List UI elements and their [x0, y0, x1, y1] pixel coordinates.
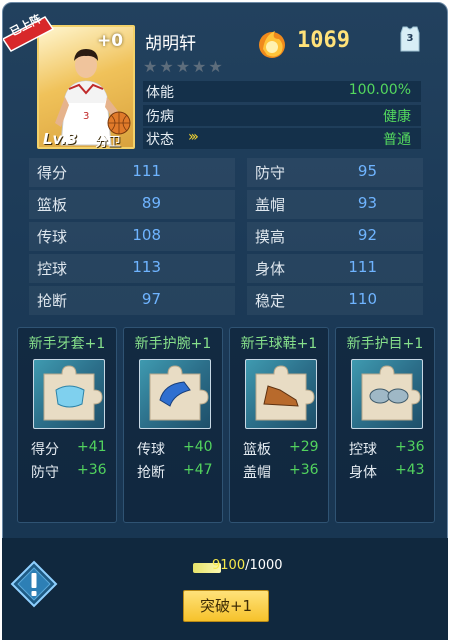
stat-value: 113 — [132, 258, 161, 276]
bonus-value: +43 — [395, 462, 425, 478]
stat-value: 111 — [348, 258, 377, 276]
star-icon: ★ — [192, 57, 209, 76]
goggles-icon[interactable] — [351, 359, 423, 429]
stat-value: 111 — [132, 162, 161, 180]
stat-value: 110 — [348, 290, 377, 308]
stat-label: 篮板 — [37, 196, 68, 214]
bonus-value: +36 — [289, 462, 319, 478]
bonus-label: 身体 — [349, 465, 377, 481]
bonus-value: +36 — [395, 439, 425, 455]
breakthrough-footer — [2, 538, 448, 640]
info-value-condition: 普通 — [383, 132, 411, 148]
equipment-name: 新手牙套+1 — [28, 336, 106, 352]
bonus-value: +29 — [289, 439, 319, 455]
stat-label: 传球 — [37, 228, 68, 246]
equipment-name: 新手球鞋+1 — [240, 336, 318, 352]
bonus-value: +40 — [183, 439, 213, 455]
stat-label: 抢断 — [37, 292, 68, 310]
mouthguard-icon[interactable] — [33, 359, 105, 429]
bonus-label: 控球 — [349, 442, 377, 458]
star-icon: ★ — [208, 57, 225, 76]
stat-label: 身体 — [255, 260, 286, 278]
sneaker-icon[interactable] — [245, 359, 317, 429]
power-value: 1069 — [297, 28, 350, 53]
stat-label: 控球 — [37, 260, 68, 278]
stat-label: 盖帽 — [255, 196, 286, 214]
bonus-label: 传球 — [137, 442, 165, 458]
bonus-label: 抢断 — [137, 465, 165, 481]
stat-label: 摸高 — [255, 228, 286, 246]
stat-value: 108 — [132, 226, 161, 244]
info-value-injury: 健康 — [383, 109, 411, 125]
jersey-number: 3 — [406, 33, 414, 44]
bonus-value: +41 — [77, 439, 107, 455]
star-icon: ★ — [175, 57, 193, 76]
stat-label: 得分 — [37, 164, 68, 182]
player-position: 分卫 — [95, 135, 122, 150]
bonus-label: 得分 — [31, 442, 59, 458]
player-name: 胡明轩 — [145, 34, 196, 54]
stat-label: 稳定 — [255, 292, 286, 310]
stat-value: 92 — [357, 226, 377, 244]
star-icon: ★ — [159, 57, 176, 76]
info-value-stamina: 100.00% — [348, 82, 411, 98]
equipment-name: 新手护目+1 — [346, 336, 424, 352]
star-rating: ★★★★★ — [143, 57, 225, 76]
bonus-label: 篮板 — [243, 442, 271, 458]
player-level: Lv.3 — [43, 130, 78, 148]
wristband-icon[interactable] — [139, 359, 211, 429]
star-icon: ★ — [143, 57, 160, 76]
svg-text:3: 3 — [83, 111, 89, 122]
bonus-label: 防守 — [31, 465, 59, 481]
stat-value: 97 — [141, 290, 161, 308]
enhance-level: +0 — [97, 31, 124, 51]
breakthrough-progress: 9100/1000 — [212, 558, 283, 573]
progress-total: /1000 — [245, 558, 283, 573]
equipment-name: 新手护腕+1 — [134, 336, 212, 352]
stat-label: 防守 — [255, 164, 286, 182]
bonus-label: 盖帽 — [243, 465, 271, 481]
stat-value: 89 — [141, 194, 161, 212]
bonus-value: +47 — [183, 462, 213, 478]
stat-value: 93 — [357, 194, 377, 212]
progress-current: 9100 — [212, 558, 246, 573]
breakthrough-button[interactable]: 突破+1 — [183, 590, 269, 622]
info-exclamation-icon[interactable] — [10, 560, 58, 608]
power-fire-icon — [259, 31, 285, 58]
stat-value: 95 — [357, 162, 377, 180]
bonus-value: +36 — [77, 462, 107, 478]
